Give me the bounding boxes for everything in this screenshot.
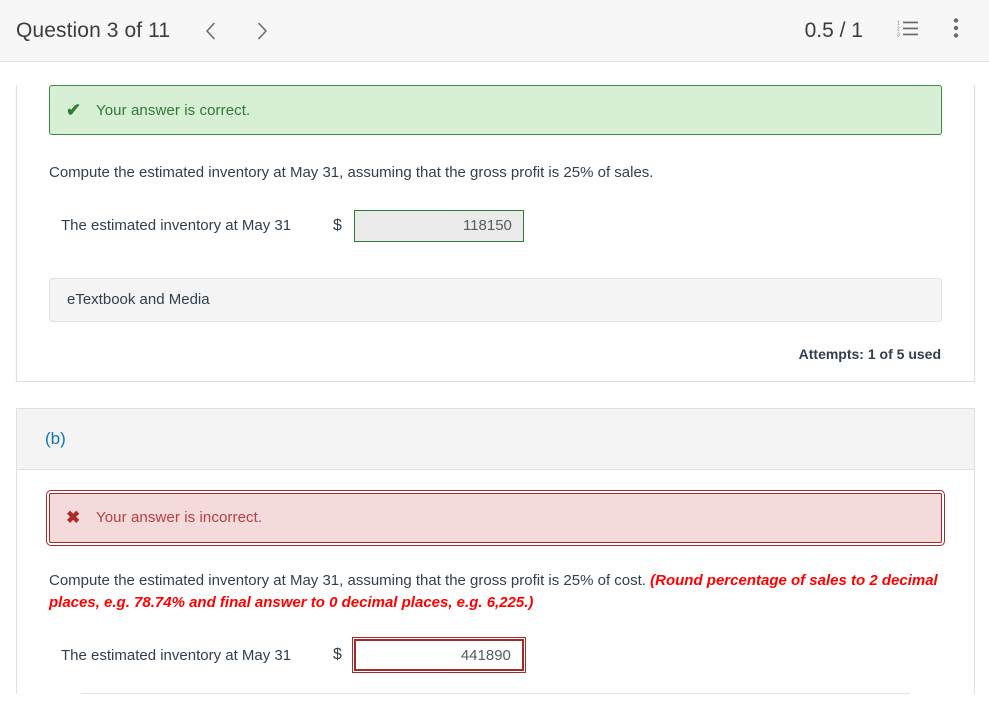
part-b-prompt-text: Compute the estimated inventory at May 3… [49,571,646,589]
check-icon: ✔ [66,100,82,120]
answer-correct-banner: ✔ Your answer is correct. [49,85,942,135]
card-gap [0,381,989,408]
next-question-button[interactable] [244,13,280,49]
part-a-answer-input[interactable] [353,209,524,242]
more-options-button[interactable] [939,14,973,48]
part-a-card: ✔ Your answer is correct. Compute the es… [16,85,975,382]
answer-correct-text: Your answer is correct. [96,101,251,119]
kebab-menu-icon [953,17,959,44]
question-body: ✔ Your answer is correct. Compute the es… [0,62,989,711]
section-divider [81,693,910,695]
chevron-right-icon [257,22,268,40]
answer-incorrect-banner: ✖ Your answer is incorrect. [46,489,945,546]
question-toolbar: Question 3 of 11 0.5 / 1 1 2 3 [0,0,989,62]
numbered-list-icon: 1 2 3 [897,19,919,42]
part-b-answer-row: The estimated inventory at May 31 $ [49,637,942,674]
part-b-prompt: Compute the estimated inventory at May 3… [49,570,942,614]
page-title: Question 3 of 11 [16,18,171,42]
etextbook-label: eTextbook and Media [67,291,210,309]
currency-symbol: $ [333,216,342,234]
part-b-answer-input[interactable] [351,637,526,674]
part-b-header: (b) [17,408,974,470]
part-a-prompt: Compute the estimated inventory at May 3… [49,164,654,181]
previous-question-button[interactable] [192,13,228,49]
part-b-card: (b) ✖ Your answer is incorrect. Compute … [16,407,975,695]
question-list-button[interactable]: 1 2 3 [891,14,925,48]
svg-text:3: 3 [897,33,900,38]
part-b-answer-label: The estimated inventory at May 31 [61,646,292,664]
toolbar-right-group: 0.5 / 1 1 2 3 [805,14,973,48]
chevron-left-icon [205,22,216,40]
currency-symbol: $ [333,646,342,664]
part-a-answer-row: The estimated inventory at May 31 $ [49,209,942,242]
question-navigation [192,13,280,49]
part-a-answer-label: The estimated inventory at May 31 [61,217,292,235]
part-a-attempts: Attempts: 1 of 5 used [798,345,941,362]
x-icon: ✖ [66,508,81,528]
answer-incorrect-text: Your answer is incorrect. [96,509,263,527]
score-display: 0.5 / 1 [804,18,863,42]
part-b-label[interactable]: (b) [45,429,66,449]
etextbook-and-media-button[interactable]: eTextbook and Media [49,277,942,322]
